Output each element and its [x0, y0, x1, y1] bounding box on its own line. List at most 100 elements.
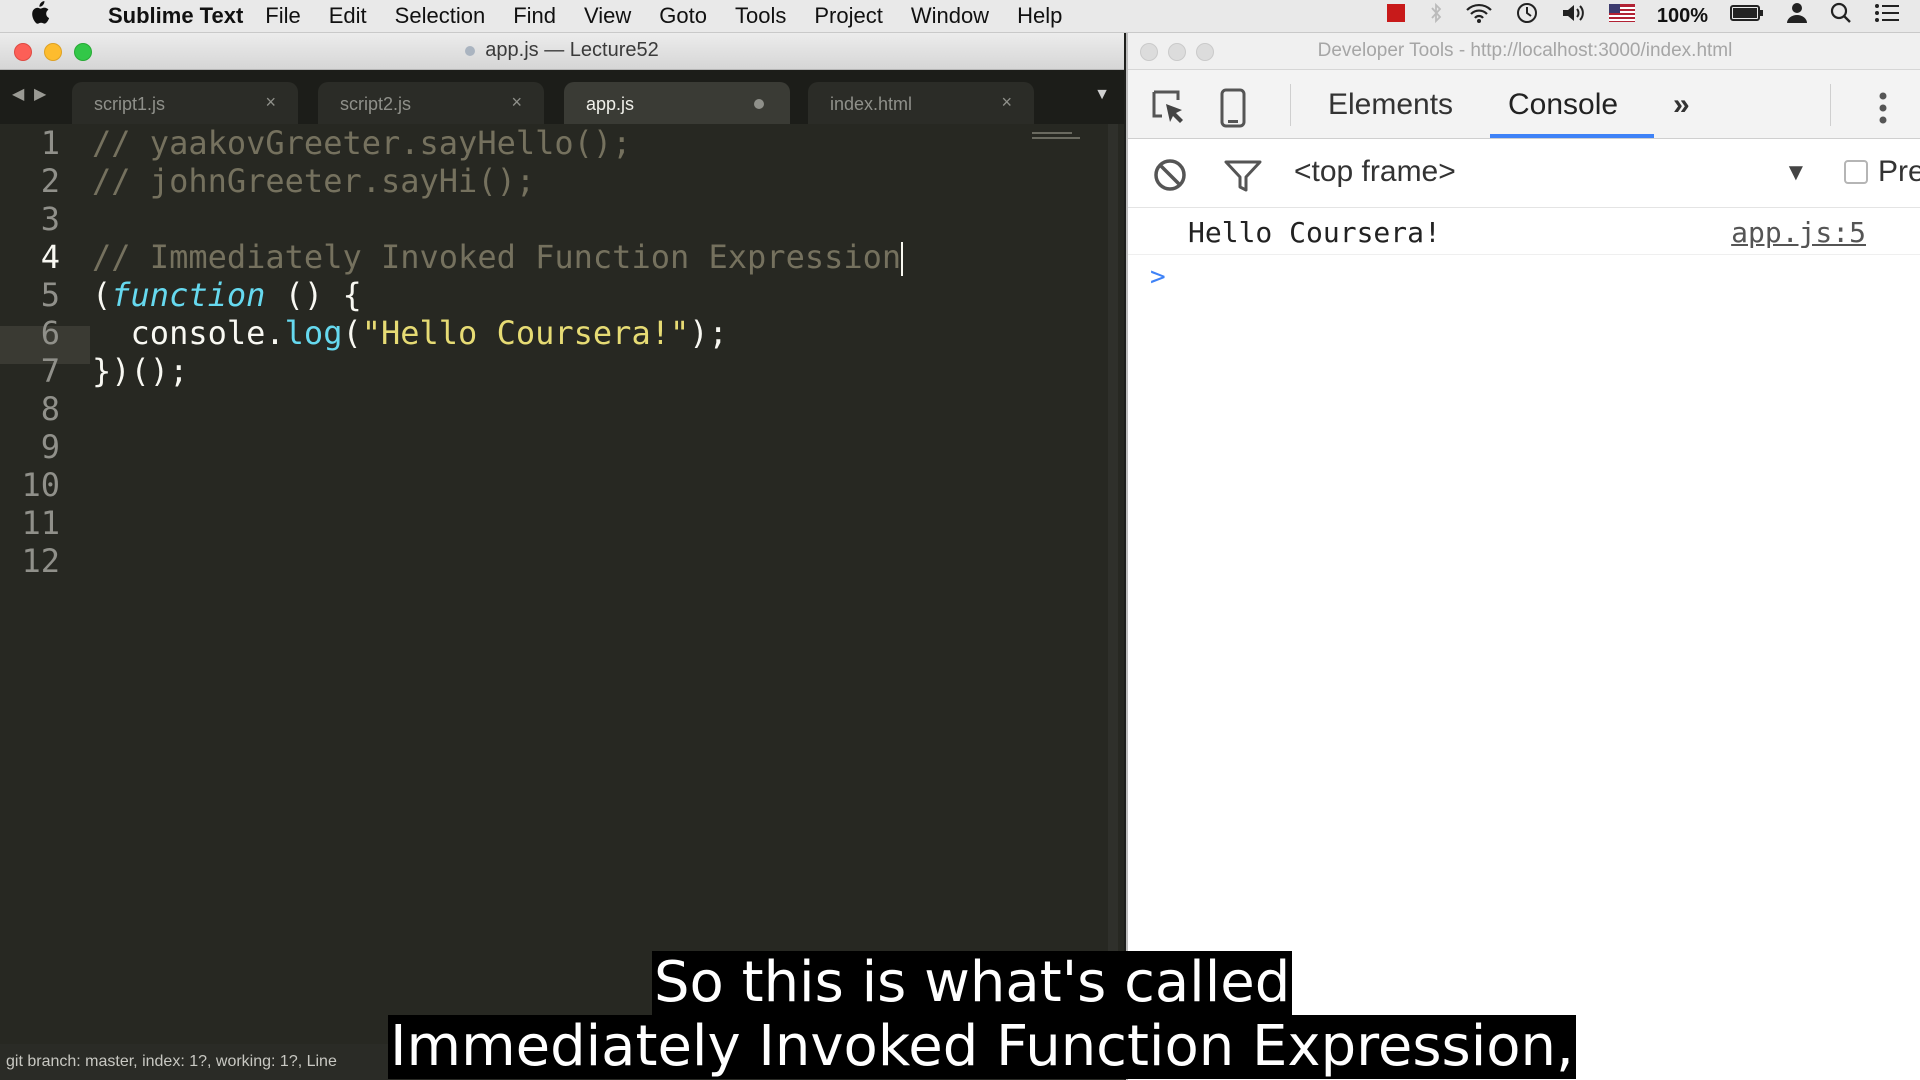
line-number: 2 [40, 162, 60, 200]
preserve-log-checkbox[interactable] [1844, 160, 1868, 184]
paren-token: ( [342, 314, 362, 352]
filter-icon[interactable] [1224, 159, 1262, 198]
code-token: console. [92, 314, 285, 352]
spotlight-search-icon[interactable] [1830, 2, 1852, 30]
device-toolbar-icon[interactable] [1220, 88, 1246, 133]
console-source-link[interactable]: app.js:5 [1731, 216, 1866, 249]
tab-script2[interactable]: script2.js × [318, 82, 544, 124]
sublime-titlebar: app.js — Lecture52 [0, 33, 1124, 70]
line-number: 1 [40, 124, 60, 162]
tab-index-html[interactable]: index.html × [808, 82, 1034, 124]
line-number: 6 [40, 314, 60, 352]
recording-icon[interactable] [1385, 2, 1407, 30]
tab-next-icon[interactable]: ▶ [34, 84, 46, 104]
keyword-token: function [111, 276, 266, 314]
toolbar-separator [1830, 84, 1831, 126]
menu-app-name[interactable]: Sublime Text [108, 3, 243, 29]
line-number: 9 [40, 428, 60, 466]
code-editor[interactable]: 1 2 3 4 5 6 7 8 9 10 11 12 // yaakovGree… [0, 124, 1124, 1044]
menu-window[interactable]: Window [911, 3, 989, 29]
apple-icon[interactable] [28, 0, 64, 32]
console-output: Hello Coursera! app.js:5 > [1128, 208, 1920, 1058]
function-token: log [284, 314, 343, 352]
menu-help[interactable]: Help [1017, 3, 1062, 29]
menu-edit[interactable]: Edit [329, 3, 367, 29]
code-line-4: // Immediately Invoked Function Expressi… [92, 238, 904, 276]
toolbar-separator [1290, 84, 1291, 126]
console-filter-bar: <top frame> ▼ Pre [1128, 139, 1920, 208]
window-title-text: app.js — Lecture52 [485, 39, 659, 61]
menu-goto[interactable]: Goto [659, 3, 707, 29]
tab-elements[interactable]: Elements [1328, 88, 1453, 122]
battery-percent[interactable]: 100% [1657, 5, 1708, 28]
devtools-title: Developer Tools - http://localhost:3000/… [1317, 40, 1733, 61]
window-title: app.js — Lecture52 [0, 39, 1124, 62]
paren-token: ( [92, 276, 112, 314]
preserve-log-label[interactable]: Pre [1878, 155, 1920, 189]
close-tab-icon[interactable]: × [1001, 92, 1012, 113]
console-message: Hello Coursera! app.js:5 [1128, 208, 1920, 255]
more-tabs-icon[interactable]: » [1673, 88, 1690, 122]
code-token: () { [265, 276, 362, 314]
menu-file[interactable]: File [265, 3, 300, 29]
menu-find[interactable]: Find [513, 3, 556, 29]
line-number: 12 [21, 542, 60, 580]
close-tab-icon[interactable]: × [511, 92, 522, 113]
code-line-5: (function () { [92, 276, 362, 314]
editor-scrollbar[interactable] [1108, 124, 1118, 1044]
console-message-text: Hello Coursera! [1188, 216, 1441, 249]
tab-app-js[interactable]: app.js [564, 82, 790, 124]
close-tab-icon[interactable]: × [265, 92, 276, 113]
flag-icon[interactable] [1608, 4, 1635, 28]
user-icon[interactable] [1786, 2, 1808, 30]
frame-selector[interactable]: <top frame> [1294, 155, 1456, 189]
menu-view[interactable]: View [584, 3, 631, 29]
line-number: 3 [40, 200, 60, 238]
console-prompt-icon[interactable]: > [1150, 262, 1166, 292]
code-line-7: })(); [92, 352, 189, 390]
tab-label: script1.js [94, 94, 166, 114]
devtools-window: Developer Tools - http://localhost:3000/… [1126, 33, 1920, 1080]
frame-dropdown-icon[interactable]: ▼ [1784, 159, 1808, 187]
menu-bar: Sublime Text File Edit Selection Find Vi… [0, 0, 1920, 33]
line-number-current: 4 [40, 238, 60, 276]
line-number: 5 [40, 276, 60, 314]
tab-list-dropdown-icon[interactable]: ▼ [1094, 86, 1110, 104]
tab-script1[interactable]: script1.js × [72, 82, 298, 124]
sublime-window: app.js — Lecture52 ◀ ▶ script1.js × scri… [0, 33, 1124, 1080]
volume-icon[interactable] [1561, 2, 1587, 30]
tab-label: script2.js [340, 94, 412, 114]
tab-prev-icon[interactable]: ◀ [12, 84, 24, 104]
line-number: 8 [40, 390, 60, 428]
tab-label: app.js [586, 94, 635, 114]
line-number: 11 [21, 504, 60, 542]
code-line-6: console.log("Hello Coursera!"); [92, 314, 728, 352]
menu-selection[interactable]: Selection [395, 3, 486, 29]
kebab-menu-icon[interactable] [1878, 88, 1888, 133]
line-number: 10 [21, 466, 60, 504]
devtools-toolbar: Elements Console » [1128, 70, 1920, 139]
menu-tools[interactable]: Tools [735, 3, 786, 29]
menu-project[interactable]: Project [814, 3, 882, 29]
tab-bar: ◀ ▶ script1.js × script2.js × app.js ind… [0, 70, 1124, 124]
unsaved-dot-icon[interactable] [754, 99, 764, 109]
subtitle-line-2: Immediately Invoked Function Expression, [388, 1014, 1576, 1079]
code-line-2: // johnGreeter.sayHi(); [92, 162, 536, 200]
string-token: "Hello Coursera!" [361, 314, 690, 352]
code-token: ); [689, 314, 728, 352]
document-proxy-icon [465, 45, 476, 56]
subtitle-line-1: So this is what's called [652, 950, 1293, 1015]
inspect-element-icon[interactable] [1150, 88, 1190, 133]
text-cursor [901, 242, 904, 276]
tab-console[interactable]: Console [1508, 88, 1618, 122]
bluetooth-icon[interactable] [1429, 2, 1443, 30]
comment-token: // Immediately Invoked Function Expressi… [92, 238, 902, 276]
clear-console-icon[interactable] [1152, 157, 1188, 198]
notification-center-icon[interactable] [1874, 2, 1900, 30]
code-line-1: // yaakovGreeter.sayHello(); [92, 124, 632, 162]
active-tab-indicator [1490, 134, 1654, 138]
wifi-icon[interactable] [1465, 2, 1493, 30]
time-machine-icon[interactable] [1515, 1, 1539, 31]
battery-icon[interactable] [1730, 3, 1764, 29]
minimap[interactable] [1032, 132, 1092, 152]
